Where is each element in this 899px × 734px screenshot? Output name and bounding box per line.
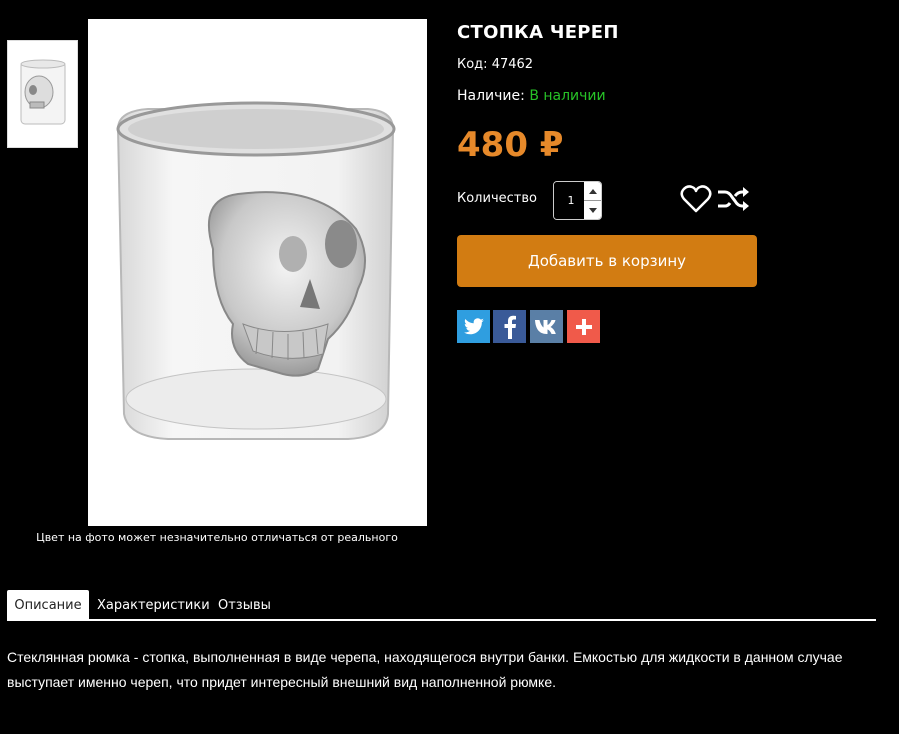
tab-specifications[interactable]: Характеристики xyxy=(97,590,210,620)
skull-glass-thumbnail-image xyxy=(20,59,65,125)
facebook-icon xyxy=(504,315,516,339)
product-code-value: 47462 xyxy=(491,57,534,72)
availability: Наличие: В наличии xyxy=(457,88,606,104)
tab-description[interactable]: Описание xyxy=(7,590,89,620)
arrow-down-icon xyxy=(588,207,597,213)
wishlist-button[interactable] xyxy=(680,184,712,218)
tabs-divider xyxy=(7,619,876,621)
share-twitter-button[interactable] xyxy=(457,310,490,343)
quantity-decrement-button[interactable] xyxy=(584,201,601,219)
photo-disclaimer: Цвет на фото может незначительно отличат… xyxy=(36,531,398,544)
product-price: 480 ₽ xyxy=(457,125,564,165)
availability-status: В наличии xyxy=(529,88,606,104)
quantity-label: Количество xyxy=(457,191,537,206)
share-facebook-button[interactable] xyxy=(493,310,526,343)
availability-label: Наличие: xyxy=(457,88,525,104)
product-title: СТОПКА ЧЕРЕП xyxy=(457,22,619,43)
twitter-icon xyxy=(463,317,484,334)
vk-icon xyxy=(534,319,556,334)
add-to-cart-button[interactable]: Добавить в корзину xyxy=(457,235,757,287)
heart-icon xyxy=(680,185,712,213)
product-description: Стеклянная рюмка - стопка, выполненная в… xyxy=(7,649,843,690)
product-code-label: Код: xyxy=(457,57,488,72)
plus-icon xyxy=(575,318,592,335)
tab-reviews[interactable]: Отзывы xyxy=(218,590,271,620)
skull-glass-image xyxy=(116,101,396,440)
quantity-input[interactable] xyxy=(554,182,586,219)
quantity-increment-button[interactable] xyxy=(584,182,601,201)
shuffle-icon xyxy=(718,187,749,211)
share-more-button[interactable] xyxy=(567,310,600,343)
product-code: Код: 47462 xyxy=(457,57,533,72)
arrow-up-icon xyxy=(588,188,597,194)
quantity-stepper xyxy=(553,181,602,220)
compare-button[interactable] xyxy=(716,184,750,218)
product-main-image[interactable] xyxy=(88,19,427,526)
product-thumbnail[interactable] xyxy=(7,40,78,148)
share-vk-button[interactable] xyxy=(530,310,563,343)
